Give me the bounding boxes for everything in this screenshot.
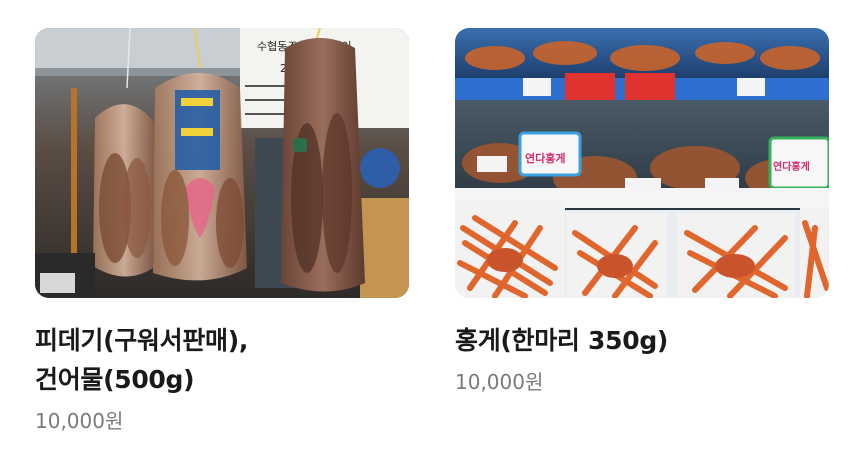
product-grid: 수협동조합 위판법인 233번	[0, 0, 862, 457]
product-image-dried-squid[interactable]: 수협동조합 위판법인 233번	[35, 28, 409, 298]
product-image-red-crab[interactable]: 연다홍게 연다홍게	[455, 28, 829, 298]
product-price: 10,000원	[455, 370, 544, 394]
product-title-line-1: 피데기(구워서판매),	[35, 326, 249, 355]
crab-sign-text-1: 연다홍게	[525, 151, 565, 165]
crab-sign-text-2: 연다홍게	[773, 160, 810, 173]
product-card[interactable]: 연다홍게 연다홍게 홍게(한마리 350g) 10,000원	[455, 28, 829, 395]
product-price: 10,000원	[35, 409, 124, 433]
red-snow-crab-photo: 연다홍게 연다홍게	[455, 28, 829, 298]
product-title[interactable]: 피데기(구워서판매), 건어물(500g)	[35, 321, 409, 399]
dried-squid-photo: 수협동조합 위판법인 233번	[35, 28, 409, 298]
product-title-line-2: 건어물(500g)	[35, 365, 195, 394]
product-card[interactable]: 수협동조합 위판법인 233번	[35, 28, 409, 434]
product-title-line-1: 홍게(한마리 350g)	[455, 326, 669, 355]
product-title[interactable]: 홍게(한마리 350g)	[455, 321, 829, 360]
